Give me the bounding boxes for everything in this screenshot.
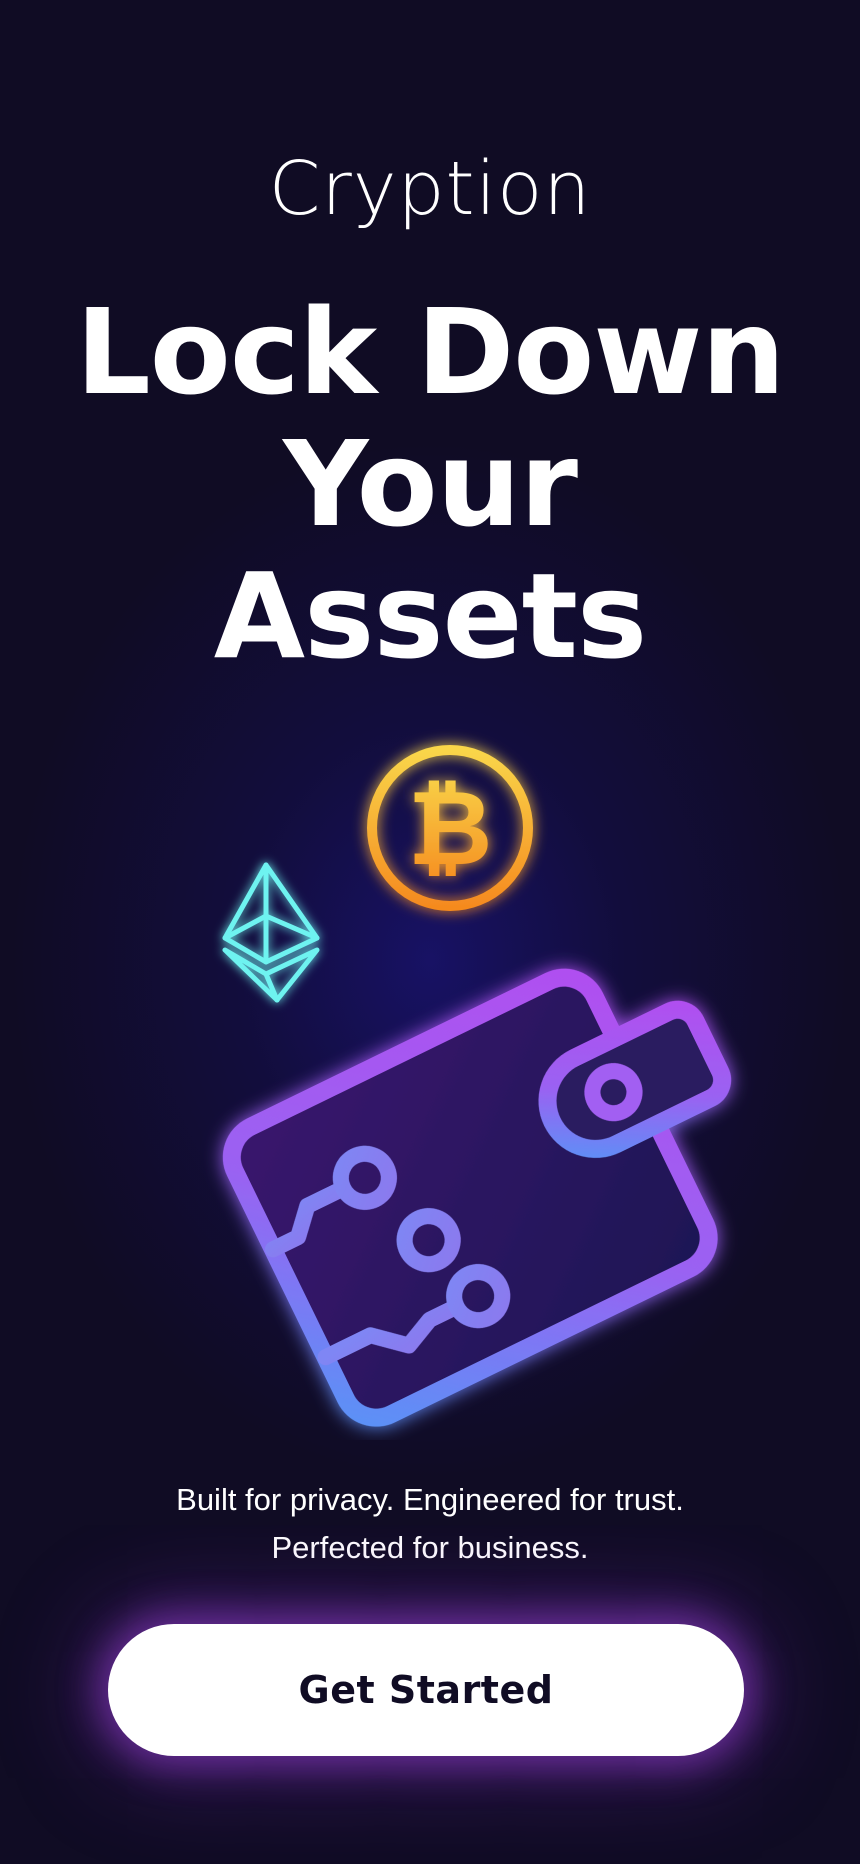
get-started-button[interactable]: Get Started	[108, 1624, 744, 1756]
headline-line-2: Your	[283, 415, 578, 553]
tagline-line-2: Perfected for business.	[271, 1530, 589, 1565]
onboarding-screen: Cryption Lock Down Your Assets ₿ Built f…	[0, 0, 860, 1864]
hero-tagline: Built for privacy. Engineered for trust.…	[0, 1476, 860, 1572]
headline-line-1: Lock Down	[75, 283, 786, 421]
hero-headline: Lock Down Your Assets	[0, 286, 860, 682]
app-brand-name: Cryption	[268, 146, 592, 232]
headline-line-3: Assets	[213, 547, 647, 685]
crypto-wallet-icon	[222, 968, 732, 1427]
bitcoin-icon: ₿	[367, 745, 533, 911]
tagline-line-1: Built for privacy. Engineered for trust.	[176, 1482, 684, 1517]
bitcoin-symbol: ₿	[408, 767, 493, 889]
ethereum-icon	[222, 862, 320, 1003]
crypto-wallet-illustration: ₿	[222, 745, 732, 1427]
